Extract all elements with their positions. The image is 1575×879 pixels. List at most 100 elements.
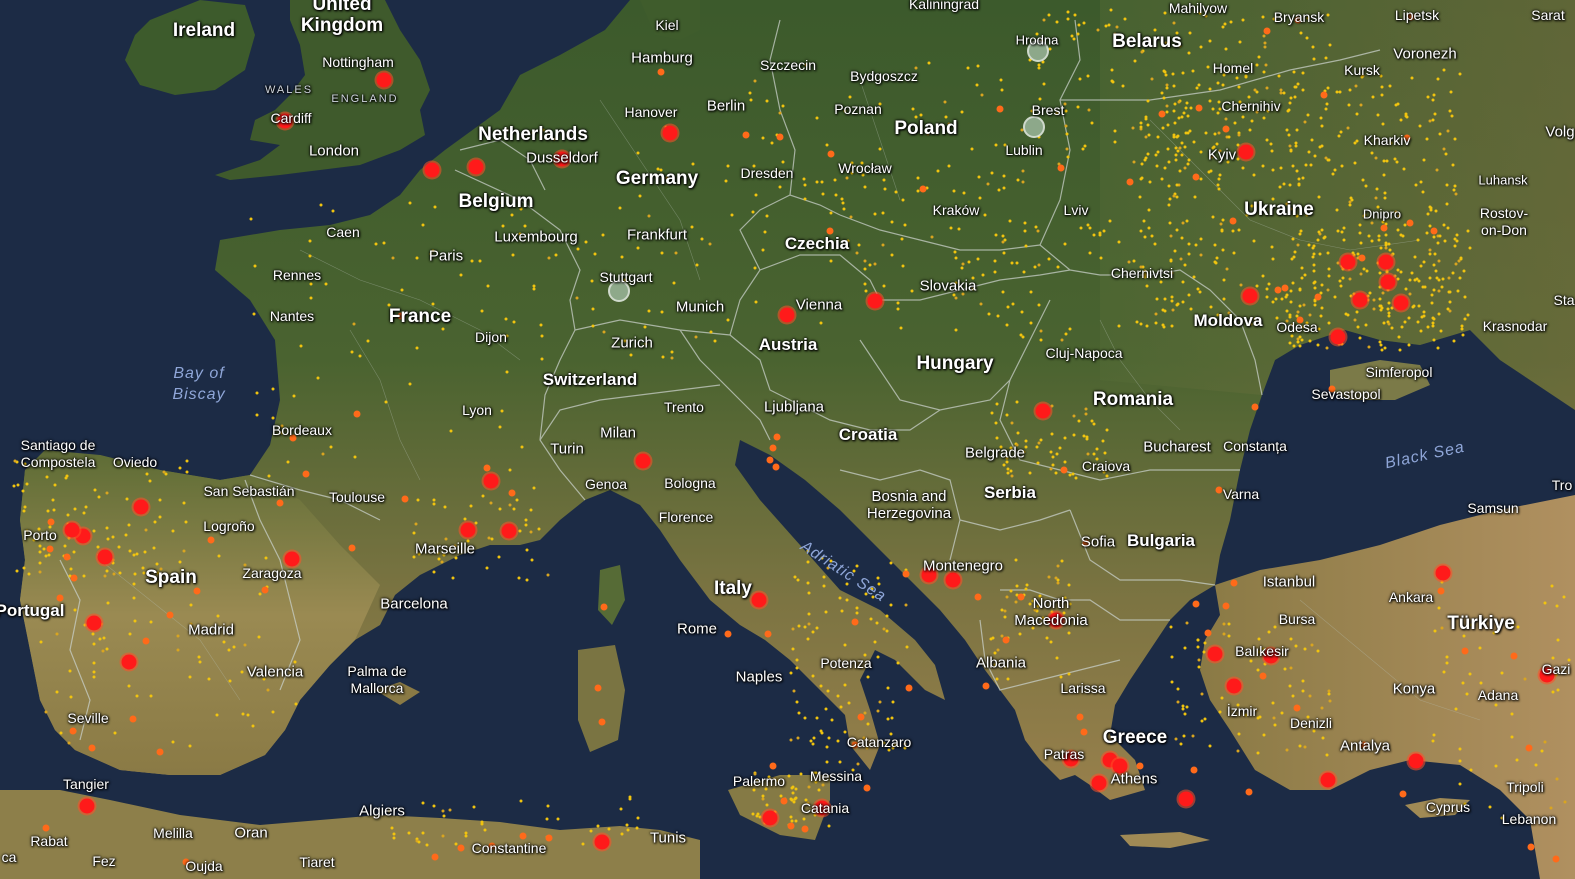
city-label: Luhansk <box>1478 172 1528 188</box>
fire-detection <box>996 314 1000 318</box>
fire-detection <box>636 151 640 155</box>
fire-detection <box>127 684 131 688</box>
fire-detection <box>1378 254 1394 270</box>
fire-detection <box>1377 234 1381 238</box>
fire-detection <box>1460 327 1464 331</box>
fire-detection <box>1211 215 1215 219</box>
fire-detection <box>803 625 807 629</box>
fire-detection <box>1285 309 1289 313</box>
fire-detection <box>457 844 465 852</box>
fire-detection <box>207 677 211 681</box>
fire-detection <box>1222 125 1230 133</box>
fire-detection <box>901 264 905 268</box>
fire-detection <box>1280 297 1284 301</box>
fire-detection <box>1438 234 1442 238</box>
fire-detection <box>1452 339 1456 343</box>
fire-detection <box>63 544 67 547</box>
city-label: Sevastopol <box>1311 386 1381 402</box>
fire-detection <box>1465 692 1469 696</box>
fire-detection <box>1056 564 1060 568</box>
city-label: Wrocław <box>838 160 892 176</box>
fire-detection <box>1510 652 1518 660</box>
fire-detection <box>1160 91 1164 95</box>
fire-detection <box>742 131 750 139</box>
fire-detection <box>873 640 877 644</box>
fire-detection <box>1025 583 1029 587</box>
fire-detection <box>55 690 59 694</box>
fire-detection <box>1010 261 1014 265</box>
city-label: Dusseldorf <box>526 149 598 167</box>
fire-detection <box>781 160 785 164</box>
fire-detection <box>1348 88 1352 92</box>
fire-detection <box>1227 622 1231 626</box>
fire-detection <box>129 715 137 723</box>
fire-detection <box>1190 766 1198 774</box>
fire-detection <box>1312 57 1316 61</box>
city-label: Milan <box>600 424 636 442</box>
fire-detection <box>88 744 96 752</box>
fire-detection <box>1196 645 1200 649</box>
fire-detection <box>1170 680 1174 684</box>
fire-detection <box>765 99 769 103</box>
fire-detection <box>1447 290 1451 294</box>
fire-detection <box>822 575 826 579</box>
fire-detection <box>829 259 833 263</box>
fire-detection <box>1381 122 1385 126</box>
place-pin-icon[interactable] <box>1023 116 1045 138</box>
fire-detection <box>754 193 758 197</box>
fire-detection <box>1437 606 1441 610</box>
fire-detection <box>1354 84 1358 88</box>
fire-detection <box>803 183 807 187</box>
fire-detection <box>694 335 698 339</box>
fire-detection <box>1051 463 1055 467</box>
fire-detection <box>1002 174 1005 178</box>
fire-detection <box>1425 231 1429 235</box>
fire-detection <box>353 410 361 418</box>
fire-detection <box>1138 195 1142 199</box>
fire-detection <box>1291 164 1295 168</box>
fire-detection <box>591 307 595 311</box>
fire-detection <box>1379 246 1383 250</box>
fire-detection <box>1180 141 1184 145</box>
fire-detection <box>25 482 29 486</box>
fire-detection <box>1251 403 1259 411</box>
fire-detection <box>779 307 795 323</box>
fire-detection <box>1294 644 1298 648</box>
fire-detection <box>1440 626 1444 630</box>
city-label: Frankfurt <box>626 226 688 244</box>
fire-detection <box>105 491 109 495</box>
fire-detection <box>500 409 504 413</box>
fire-detection <box>483 828 487 832</box>
fire-detection <box>145 472 149 476</box>
fire-detection <box>132 553 136 557</box>
city-label: Hrodna <box>1015 32 1059 48</box>
fire-detection <box>1048 47 1052 51</box>
fire-detection <box>449 429 453 433</box>
fire-detection <box>1179 257 1183 261</box>
fire-detection <box>1063 460 1067 464</box>
fire-detection <box>1456 289 1460 293</box>
fire-detection <box>1008 219 1012 223</box>
fire-detection <box>1408 278 1412 282</box>
fire-detection <box>1316 343 1320 347</box>
fire-detection <box>1320 228 1324 232</box>
fire-detection <box>636 246 640 250</box>
fire-detection <box>374 242 378 246</box>
fire-detection <box>111 561 115 564</box>
fire-detection <box>1289 666 1293 670</box>
fire-detection <box>761 797 765 801</box>
fire-detection <box>1067 631 1071 635</box>
fire-detection <box>1105 474 1109 478</box>
fire-detection <box>1237 228 1241 232</box>
fire-detection <box>1271 257 1275 261</box>
fire-detection <box>1231 229 1235 233</box>
fire-detection <box>524 518 528 522</box>
country-label-north-macedonia: North Macedonia <box>1014 595 1088 629</box>
fire-detection <box>1417 279 1421 283</box>
fire-map[interactable]: Bay of Biscay Adriatic Sea Black Sea WAL… <box>0 0 1575 879</box>
fire-detection <box>135 694 139 698</box>
fire-detection <box>927 61 931 65</box>
city-label: Tangier <box>63 776 109 792</box>
fire-detection <box>45 475 49 479</box>
fire-detection <box>1319 314 1323 318</box>
